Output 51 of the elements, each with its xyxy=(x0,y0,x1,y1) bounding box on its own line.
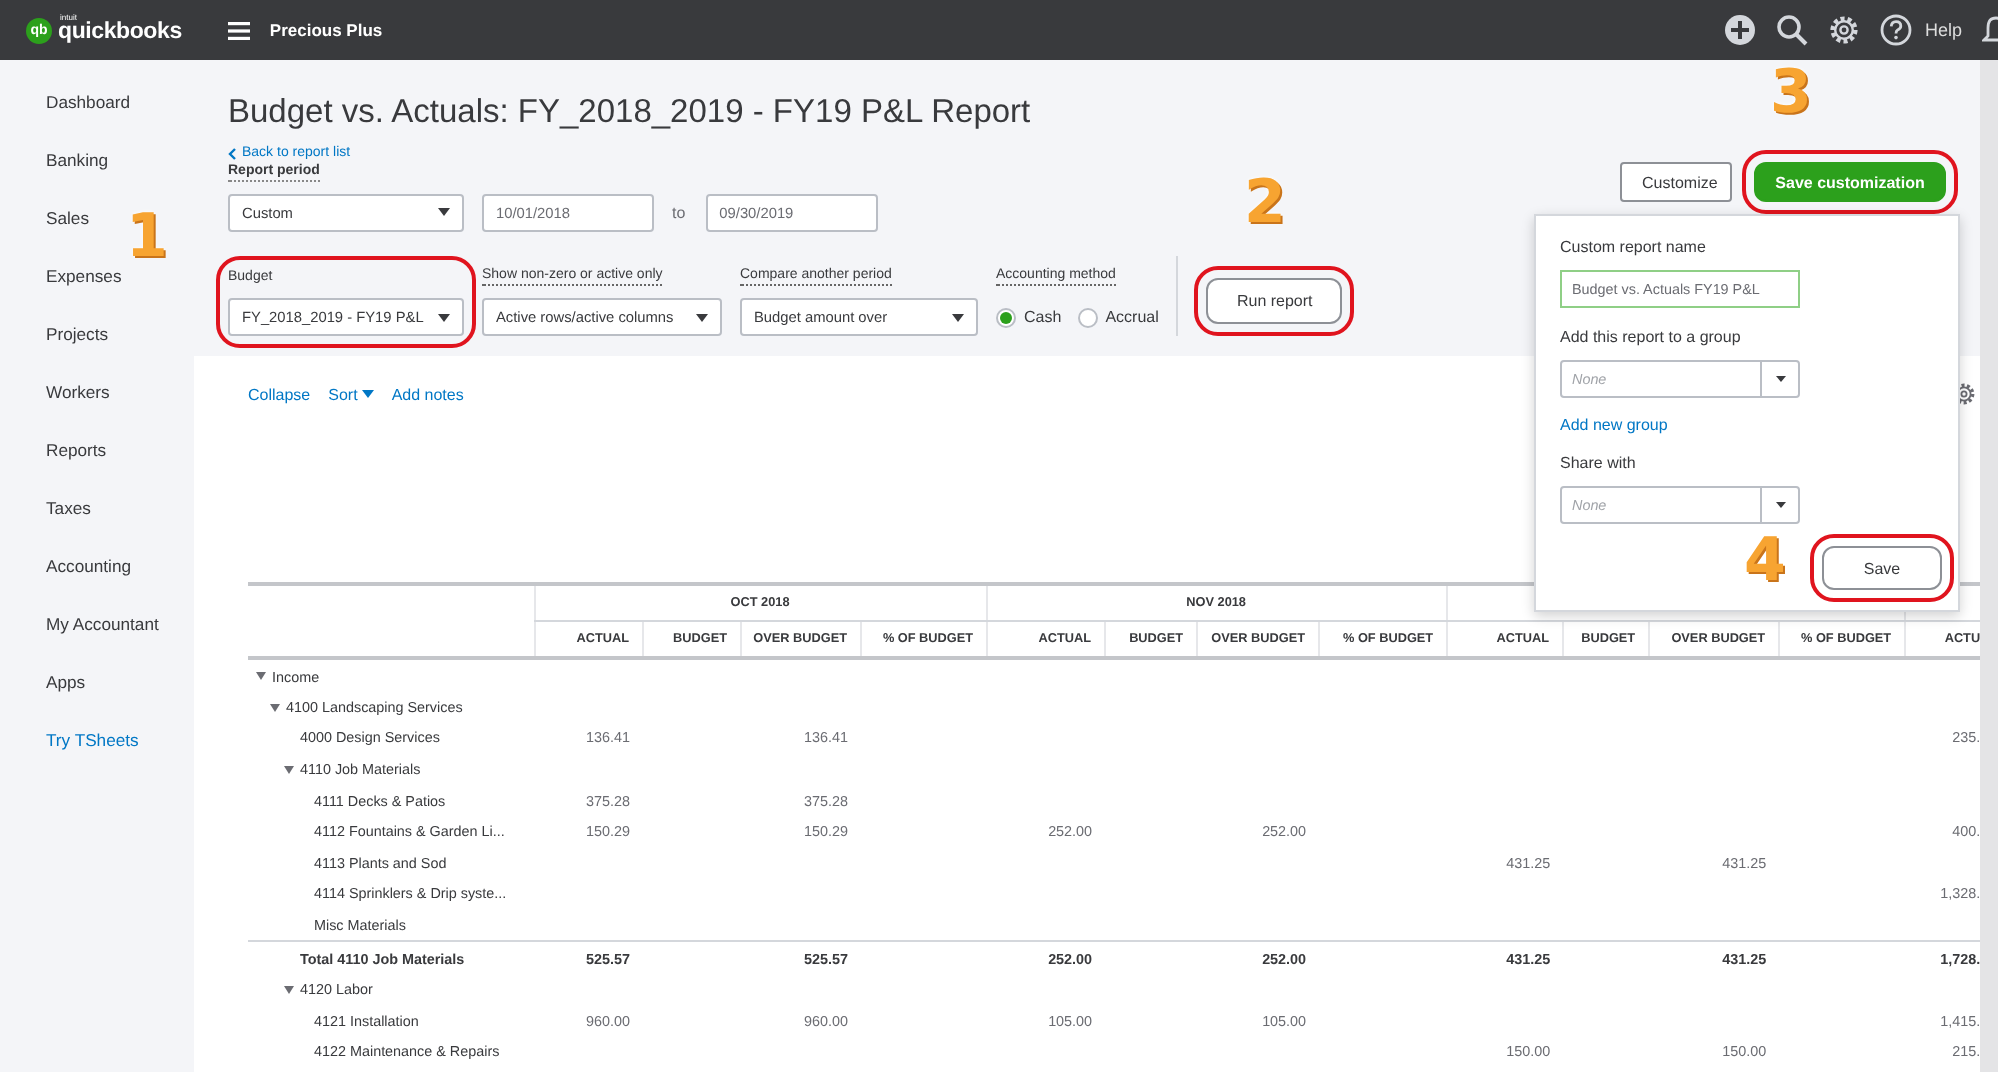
caret-icon xyxy=(952,313,964,321)
sidebar-item[interactable]: Apps xyxy=(46,672,86,692)
sidebar-item[interactable]: Sales xyxy=(46,208,89,228)
caret-icon[interactable] xyxy=(284,985,294,994)
caret-icon xyxy=(438,208,450,216)
sidebar-item[interactable]: Try TSheets xyxy=(46,730,139,750)
sidebar-item[interactable]: Banking xyxy=(46,150,109,170)
menu-icon[interactable] xyxy=(227,21,250,39)
chevron-left-icon xyxy=(228,147,236,159)
date-separator: to xyxy=(672,203,686,221)
scrollbar[interactable] xyxy=(1980,60,1998,1072)
toolbar-link[interactable]: Add notes xyxy=(391,385,464,403)
caret-icon xyxy=(696,313,708,321)
caret-icon xyxy=(438,313,450,321)
caret-icon xyxy=(361,390,374,398)
caret-icon[interactable] xyxy=(256,672,266,681)
sort-menu[interactable]: Sort xyxy=(328,385,374,403)
field-label: Share with xyxy=(1560,454,1638,474)
step-number: 3 xyxy=(1770,64,1812,124)
step-number: 1 xyxy=(126,208,168,268)
sidebar-item[interactable]: Accounting xyxy=(46,556,132,576)
toolbar-link[interactable]: Collapse xyxy=(248,385,311,403)
caret-icon[interactable] xyxy=(284,765,294,774)
plus-circle-icon xyxy=(1724,14,1757,46)
sidebar-item[interactable]: Workers xyxy=(46,382,110,402)
step-number: 4 xyxy=(1744,532,1786,592)
field-label: Custom report name xyxy=(1560,238,1708,258)
sidebar-item[interactable]: Taxes xyxy=(46,498,91,518)
caret-icon[interactable] xyxy=(270,703,280,712)
sidebar-item[interactable]: Dashboard xyxy=(46,92,131,112)
field-label: Add this report to a group xyxy=(1560,328,1743,348)
radio-button[interactable] xyxy=(1077,307,1098,327)
sidebar-item[interactable]: Projects xyxy=(46,324,109,344)
customize-button[interactable]: Customize xyxy=(1620,162,1732,202)
caret-icon xyxy=(1775,502,1785,508)
step-number: 2 xyxy=(1244,174,1286,234)
radio-label: Accrual xyxy=(1105,308,1159,326)
sidebar-item[interactable]: Reports xyxy=(46,440,107,460)
help-icon xyxy=(1880,14,1913,46)
report-title: Budget vs. Actuals: FY_2018_2019 - FY19 P&L Report xyxy=(228,92,1033,132)
search-icon xyxy=(1776,14,1809,46)
company-name: Precious Plus xyxy=(269,20,383,40)
logo-name: quickbooks xyxy=(58,22,182,46)
add-group-link[interactable]: Add new group xyxy=(1560,416,1668,436)
caret-icon xyxy=(1775,376,1785,382)
radio-button[interactable] xyxy=(996,307,1016,327)
help-link[interactable]: Help xyxy=(1924,20,1962,40)
sidebar-item[interactable]: My Accountant xyxy=(46,614,159,634)
radio-label: Cash xyxy=(1024,308,1062,326)
settings-icon xyxy=(1828,14,1861,46)
sidebar-item[interactable]: Expenses xyxy=(46,266,122,286)
